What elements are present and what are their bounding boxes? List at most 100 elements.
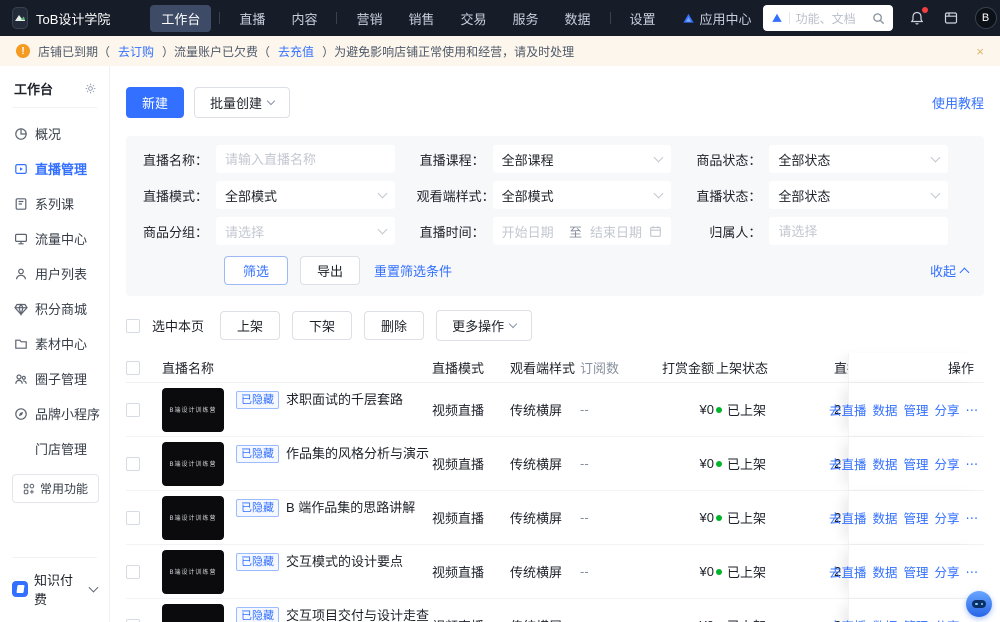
nav-item-settings[interactable]: 设置 [619, 5, 667, 32]
sidebar-item-overview[interactable]: 概况 [0, 116, 109, 151]
share-link[interactable]: 分享 [934, 454, 959, 473]
more-link[interactable]: ⋯ [966, 564, 979, 579]
more-link[interactable]: ⋯ [966, 618, 979, 622]
go-live-link[interactable]: 去直播 [829, 454, 867, 473]
filter-product-status-select[interactable]: 全部状态 [769, 145, 948, 173]
more-actions-button[interactable]: 更多操作 [436, 310, 532, 341]
filter-viewer-style-select[interactable]: 全部模式 [493, 181, 672, 209]
hidden-status-badge: 已隐藏 [236, 445, 279, 463]
sidebar-item-traffic-center[interactable]: 流量中心 [0, 221, 109, 256]
row-checkbox[interactable] [126, 619, 140, 622]
filter-owner-input[interactable] [769, 217, 948, 245]
data-link[interactable]: 数据 [872, 508, 897, 527]
nav-item-app-center[interactable]: 应用中心 [671, 5, 763, 32]
share-link[interactable]: 分享 [934, 400, 959, 419]
go-live-link[interactable]: 去直播 [829, 562, 867, 581]
common-functions-button[interactable]: 常用功能 [12, 474, 99, 503]
manage-link[interactable]: 管理 [903, 562, 928, 581]
more-link[interactable]: ⋯ [966, 402, 979, 417]
sidebar-item-material-center[interactable]: 素材中心 [0, 326, 109, 361]
data-link[interactable]: 数据 [872, 454, 897, 473]
live-mode-cell: 视频直播 [432, 616, 510, 622]
sidebar-item-store-management[interactable]: 门店管理 [0, 431, 109, 466]
nav-item-trade[interactable]: 交易 [449, 5, 497, 32]
nav-item-service[interactable]: 服务 [502, 5, 550, 32]
reward-amount-cell: ¥0 [650, 456, 714, 471]
filter-live-status-select[interactable]: 全部状态 [769, 181, 948, 209]
global-search-input[interactable]: 功能、文档 [763, 5, 893, 31]
avatar[interactable]: B [975, 7, 997, 29]
row-checkbox[interactable] [126, 457, 140, 471]
go-live-link[interactable]: 去直播 [829, 616, 867, 622]
filter-button[interactable]: 筛选 [224, 256, 288, 285]
data-link[interactable]: 数据 [872, 562, 897, 581]
select-all-checkbox[interactable] [126, 361, 140, 375]
customer-service-robot-icon[interactable] [966, 591, 992, 617]
manage-link[interactable]: 管理 [903, 454, 928, 473]
row-checkbox[interactable] [126, 511, 140, 525]
manage-link[interactable]: 管理 [903, 508, 928, 527]
status-dot [716, 407, 722, 413]
search-icon[interactable] [872, 12, 885, 25]
subscribe-link[interactable]: 去订购 [118, 43, 154, 60]
share-link[interactable]: 分享 [934, 616, 959, 622]
banner-close-icon[interactable]: × [976, 44, 984, 59]
nav-item-workbench[interactable]: 工作台 [150, 5, 211, 32]
nav-item-data[interactable]: 数据 [554, 5, 602, 32]
apps-icon[interactable] [941, 8, 961, 28]
notification-bell-icon[interactable] [907, 8, 927, 28]
data-link[interactable]: 数据 [872, 400, 897, 419]
knowledge-pay-switcher[interactable]: 知识付费 [12, 570, 97, 608]
user-menu[interactable]: B [975, 7, 1000, 29]
date-end-placeholder: 结束日期 [590, 222, 649, 241]
hidden-status-badge: 已隐藏 [236, 391, 279, 409]
nav-item-content[interactable]: 内容 [280, 5, 328, 32]
list-button[interactable]: 上架 [220, 311, 280, 340]
filter-owner-field[interactable] [778, 224, 939, 239]
go-live-link[interactable]: 去直播 [829, 400, 867, 419]
sidebar-item-brand-miniprogram[interactable]: 品牌小程序 [0, 396, 109, 431]
more-link[interactable]: ⋯ [966, 510, 979, 525]
live-name-info: 已隐藏求职面试的千层套路 [236, 388, 403, 432]
create-button[interactable]: 新建 [126, 87, 184, 118]
sidebar-item-series-course[interactable]: 系列课 [0, 186, 109, 221]
sidebar-item-circle-management[interactable]: 圈子管理 [0, 361, 109, 396]
filter-item-product-group: 商品分组：请选择 [140, 217, 417, 245]
delete-button[interactable]: 删除 [364, 311, 424, 340]
gear-icon[interactable] [84, 82, 97, 95]
sidebar-item-live-management[interactable]: 直播管理 [0, 151, 109, 186]
filter-live-time-daterange[interactable]: 开始日期至结束日期 [493, 217, 672, 245]
more-link[interactable]: ⋯ [966, 456, 979, 471]
filter-live-mode-select[interactable]: 全部模式 [216, 181, 395, 209]
sidebar-item-label: 积分商城 [35, 299, 87, 318]
nav-item-marketing[interactable]: 营销 [345, 5, 393, 32]
sidebar-item-points-mall[interactable]: 积分商城 [0, 291, 109, 326]
tutorial-link[interactable]: 使用教程 [932, 93, 984, 112]
filter-product-group-select[interactable]: 请选择 [216, 217, 395, 245]
table-row: B端设计训练营已隐藏求职面试的千层套路视频直播传统横屏--¥0已上架2去直播数据… [126, 383, 984, 437]
manage-link[interactable]: 管理 [903, 616, 928, 622]
nav-item-label: 设置 [630, 9, 656, 28]
filter-label-product-group: 商品分组： [140, 222, 216, 241]
nav-item-sales[interactable]: 销售 [397, 5, 445, 32]
collapse-filters-toggle[interactable]: 收起 [930, 261, 968, 280]
data-link[interactable]: 数据 [872, 616, 897, 622]
hidden-status-badge: 已隐藏 [236, 607, 279, 622]
delist-button[interactable]: 下架 [292, 311, 352, 340]
nav-item-live[interactable]: 直播 [228, 5, 276, 32]
batch-create-button[interactable]: 批量创建 [194, 87, 290, 118]
filter-live-course-select[interactable]: 全部课程 [493, 145, 672, 173]
sidebar-item-user-list[interactable]: 用户列表 [0, 256, 109, 291]
share-link[interactable]: 分享 [934, 508, 959, 527]
row-checkbox[interactable] [126, 565, 140, 579]
recharge-link[interactable]: 去充值 [278, 43, 314, 60]
filter-live-name-input[interactable] [216, 145, 395, 173]
row-checkbox[interactable] [126, 403, 140, 417]
select-page-checkbox[interactable] [126, 319, 140, 333]
reset-filters-link[interactable]: 重置筛选条件 [374, 261, 452, 280]
share-link[interactable]: 分享 [934, 562, 959, 581]
manage-link[interactable]: 管理 [903, 400, 928, 419]
filter-live-name-field[interactable] [225, 152, 386, 167]
go-live-link[interactable]: 去直播 [829, 508, 867, 527]
export-button[interactable]: 导出 [300, 256, 360, 285]
